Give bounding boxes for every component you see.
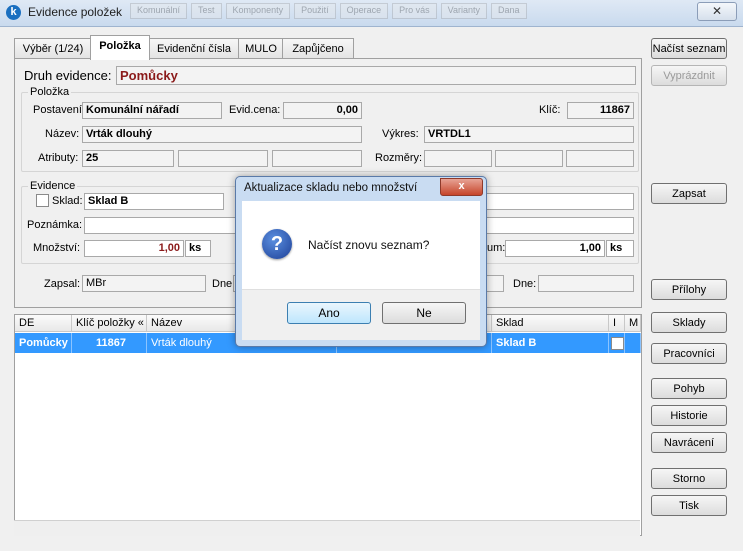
atribut-2-field[interactable] [178, 150, 268, 167]
bg-tab: Test [191, 3, 222, 19]
k-logo-icon: k [6, 5, 21, 20]
rozmer-1-field[interactable] [424, 150, 492, 167]
grid-header-de[interactable]: DE [15, 315, 72, 332]
confirm-dialog: Aktualizace skladu nebo množství x ? Nač… [235, 176, 487, 347]
bg-tab: Komunální [130, 3, 188, 19]
nazev-label: Název: [45, 128, 80, 140]
right-qty-label: um: [487, 242, 506, 254]
postaveni-field[interactable]: Komunální nářadí [82, 102, 222, 119]
question-icon: ? [262, 229, 292, 259]
dne2-field[interactable] [538, 275, 634, 292]
tab-polozka[interactable]: Položka [90, 35, 150, 60]
bg-tab: Operace [339, 3, 389, 19]
zapsal-label: Zapsal: [44, 278, 81, 290]
background-toolbar: Komunální Test Komponenty Použití Operac… [130, 3, 690, 19]
evid-cena-label: Evid.cena: [229, 104, 281, 116]
dialog-title: Aktualizace skladu nebo množství [244, 182, 418, 194]
window-close-button[interactable]: ✕ [697, 2, 737, 21]
tisk-button[interactable]: Tisk [651, 495, 727, 516]
no-button[interactable]: Ne [382, 302, 466, 324]
rozmer-3-field[interactable] [566, 150, 634, 167]
yes-button[interactable]: Ano [287, 302, 371, 324]
grid-horizontal-scrollbar[interactable] [14, 520, 640, 536]
rozmer-2-field[interactable] [495, 150, 563, 167]
dne2-label: Dne: [513, 278, 537, 290]
evidence-group-label: Evidence [28, 180, 78, 192]
druh-evidence-value: Pomůcky [116, 66, 636, 85]
window-title: Evidence položek [28, 5, 123, 19]
right-user-field[interactable] [484, 275, 504, 292]
grid-header-m[interactable]: M [625, 315, 641, 332]
evid-cena-field[interactable]: 0,00 [283, 102, 362, 119]
historie-button[interactable]: Historie [651, 405, 727, 426]
atribut-1-field[interactable]: 25 [82, 150, 174, 167]
grid-header-sklad[interactable]: Sklad [492, 315, 609, 332]
title-bar: k Evidence položek Komunální Test Kompon… [0, 0, 743, 27]
rozmery-label: Rozměry: [375, 152, 423, 164]
vykres-field[interactable]: VRTDL1 [424, 126, 634, 143]
tab-zapujceno[interactable]: Zapůjčeno [282, 38, 354, 59]
klic-label: Klíč: [539, 104, 561, 116]
postaveni-label: Postavení: [33, 104, 85, 116]
bg-tab: Dana [491, 3, 527, 19]
pohyb-button[interactable]: Pohyb [651, 378, 727, 399]
sklad-field[interactable]: Sklad B [84, 193, 224, 210]
tab-vyber[interactable]: Výběr (1/24) [14, 38, 92, 59]
prilohy-button[interactable]: Přílohy [651, 279, 727, 300]
grid-header-klic[interactable]: Klíč položky « [72, 315, 147, 332]
dialog-close-button[interactable]: x [440, 178, 483, 196]
grid-row-checkbox[interactable] [611, 337, 624, 350]
atribut-3-field[interactable] [272, 150, 362, 167]
grid-cell-klic[interactable]: 11867 [72, 333, 147, 353]
vykres-label: Výkres: [382, 128, 419, 140]
grid-cell-m[interactable] [625, 333, 641, 353]
pracovnici-button[interactable]: Pracovníci [651, 343, 727, 364]
grid-cell-sklad[interactable]: Sklad B [492, 333, 609, 353]
mnozstvi-unit: ks [185, 240, 211, 257]
bg-tab: Komponenty [225, 3, 291, 19]
sklady-button[interactable]: Sklady [651, 312, 727, 333]
right-qty-field[interactable]: 1,00 [505, 240, 605, 257]
bg-tab: Použití [294, 3, 336, 19]
items-grid[interactable]: DE Klíč položky « Název Sklad I M Pomůck… [14, 314, 642, 536]
druh-evidence-label: Druh evidence: [24, 68, 112, 83]
grid-header-i[interactable]: I [609, 315, 625, 332]
polozka-group-label: Položka [28, 86, 72, 98]
nacist-seznam-button[interactable]: Načíst seznam [651, 38, 727, 59]
bg-tab: Pro vás [392, 3, 437, 19]
tab-mulo[interactable]: MULO [238, 38, 284, 59]
storno-button[interactable]: Storno [651, 468, 727, 489]
mnozstvi-field[interactable]: 1,00 [84, 240, 184, 257]
dialog-message: Načíst znovu seznam? [308, 238, 430, 252]
bg-tab: Varianty [440, 3, 488, 19]
grid-cell-de[interactable]: Pomůcky [15, 333, 72, 353]
mnozstvi-label: Množství: [33, 242, 81, 254]
dne-label: Dne: [212, 278, 236, 290]
right-qty-unit: ks [606, 240, 634, 257]
grid-cell-i[interactable] [609, 333, 625, 353]
sklad-label: Sklad: [52, 195, 83, 207]
sklad-checkbox[interactable] [36, 194, 49, 207]
sklad-right-field[interactable] [484, 193, 634, 210]
vyprazdnit-button[interactable]: Vyprázdnit [651, 65, 727, 86]
klic-field[interactable]: 11867 [567, 102, 634, 119]
atributy-label: Atributy: [38, 152, 79, 164]
tab-evidencni-cisla[interactable]: Evidenční čísla [148, 38, 240, 59]
zapsat-button[interactable]: Zapsat [651, 183, 727, 204]
zapsal-field[interactable]: MBr [82, 275, 206, 292]
navraceni-button[interactable]: Navrácení [651, 432, 727, 453]
nazev-field[interactable]: Vrták dlouhý [82, 126, 362, 143]
poznamka-label: Poznámka: [27, 219, 83, 231]
